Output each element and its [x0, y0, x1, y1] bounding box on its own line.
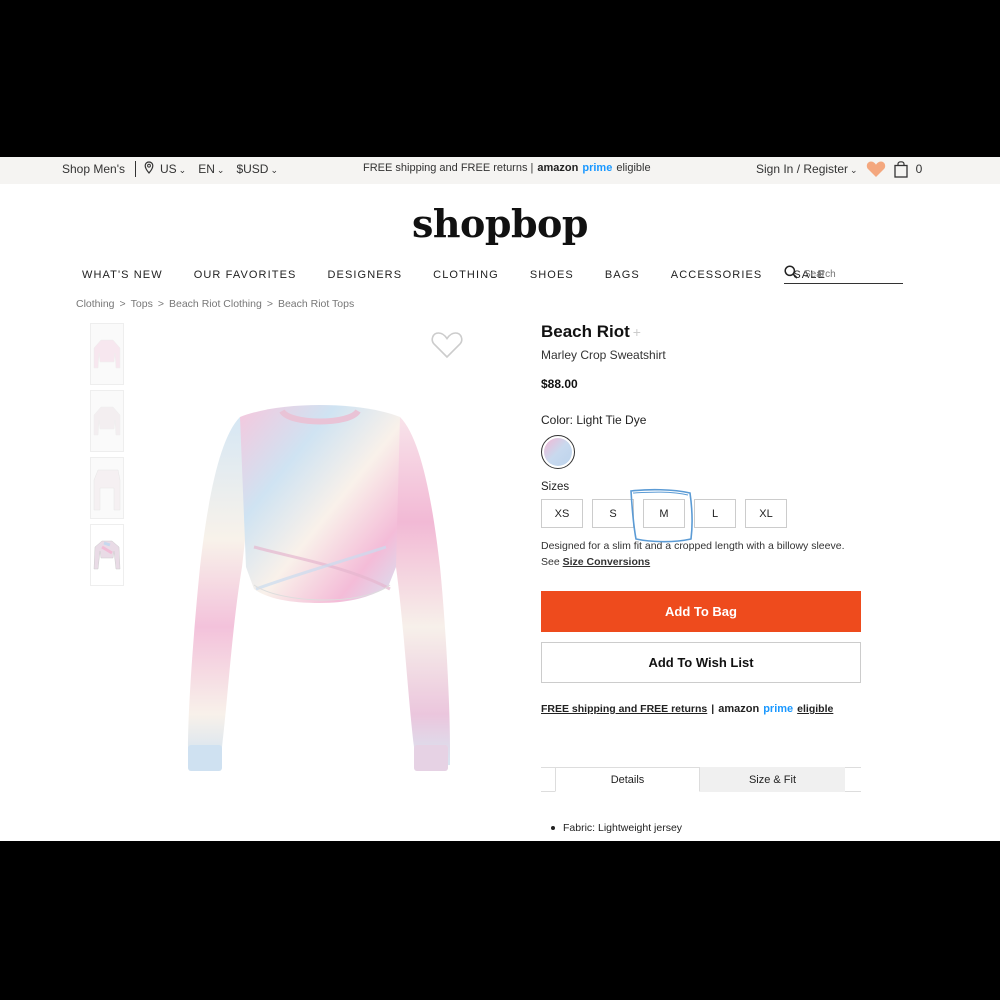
detail-tabs: Details Size & Fit [541, 767, 861, 792]
utility-left: Shop Men's US ⌄ EN ⌄ $USD ⌄ [62, 161, 278, 177]
nav-our-favorites[interactable]: OUR FAVORITES [194, 269, 297, 281]
search-input[interactable] [804, 268, 894, 280]
chevron-down-icon: ⌄ [850, 165, 858, 175]
add-to-bag-button[interactable]: Add To Bag [541, 591, 861, 632]
tab-size-fit[interactable]: Size & Fit [700, 767, 845, 792]
nav-bags[interactable]: BAGS [605, 269, 640, 281]
color-swatch[interactable] [541, 435, 575, 469]
language-selector[interactable]: EN ⌄ [198, 162, 224, 176]
detail-fabric: Fabric: Lightweight jersey [563, 822, 683, 834]
location-pin-icon [144, 161, 154, 177]
main-nav: WHAT'S NEW OUR FAVORITES DESIGNERS CLOTH… [82, 269, 857, 281]
thumbnail-1[interactable] [90, 323, 124, 385]
nav-accessories[interactable]: ACCESSORIES [671, 269, 763, 281]
thumbnail-4[interactable] [90, 524, 124, 586]
page-frame: Shop Men's US ⌄ EN ⌄ $USD ⌄ FREE shipping a… [0, 157, 1000, 841]
prime-logo: prime [763, 703, 794, 715]
utility-bar: Shop Men's US ⌄ EN ⌄ $USD ⌄ FREE shipping a… [0, 157, 1000, 184]
shopping-bag-icon[interactable] [893, 160, 908, 178]
shop-mens-link[interactable]: Shop Men's [62, 162, 125, 176]
wishlist-heart-icon[interactable] [430, 330, 464, 365]
breadcrumb-tops[interactable]: Tops [131, 298, 153, 310]
product-name: Marley Crop Sweatshirt [541, 348, 666, 362]
nav-designers[interactable]: DESIGNERS [327, 269, 402, 281]
details-list-item: Fabric: Lightweight jersey [551, 822, 682, 834]
search-icon[interactable] [784, 264, 798, 284]
site-logo[interactable]: shopbop [0, 201, 1000, 246]
tab-details[interactable]: Details [555, 767, 700, 792]
breadcrumb-clothing[interactable]: Clothing [76, 298, 115, 310]
size-options: XS S M L XL [541, 499, 861, 528]
follow-brand-icon[interactable]: + [633, 324, 641, 340]
fit-note: Designed for a slim fit and a cropped le… [541, 540, 845, 552]
breadcrumb-separator: > [119, 298, 126, 310]
sizes-label: Sizes [541, 481, 570, 493]
divider [135, 161, 136, 177]
amazon-logo: amazon [537, 162, 579, 174]
currency-selector[interactable]: $USD ⌄ [236, 162, 278, 176]
prime-logo: prime [582, 162, 613, 174]
shipping-text: FREE shipping and FREE returns [541, 703, 708, 715]
amazon-logo: amazon [718, 703, 760, 715]
add-to-wish-list-button[interactable]: Add To Wish List [541, 642, 861, 683]
tabs-row: Details Size & Fit [555, 767, 845, 792]
brand-label: Beach Riot [541, 322, 630, 341]
breadcrumb-brand-clothing[interactable]: Beach Riot Clothing [169, 298, 262, 310]
thumbnail-3[interactable] [90, 457, 124, 519]
swatch-fill [544, 438, 572, 466]
bag-count: 0 [915, 162, 923, 176]
brand-name[interactable]: Beach Riot + [541, 322, 861, 342]
size-m-button[interactable]: M [643, 499, 685, 528]
promo-text: FREE shipping and FREE returns | [363, 162, 534, 174]
nav-whats-new[interactable]: WHAT'S NEW [82, 269, 163, 281]
breadcrumb-separator: > [157, 298, 164, 310]
thumbnail-2[interactable] [90, 390, 124, 452]
shipping-separator: | [711, 703, 715, 715]
product-details: Beach Riot + Marley Crop Sweatshirt $88.… [541, 322, 861, 715]
size-conversion-line: See Size Conversions [541, 556, 861, 568]
product-price: $88.00 [541, 377, 578, 391]
size-xl-button[interactable]: XL [745, 499, 787, 528]
eligible-text: eligible [797, 703, 834, 715]
chevron-down-icon: ⌄ [178, 165, 187, 175]
heart-icon[interactable] [866, 160, 886, 178]
shipping-promo[interactable]: FREE shipping and FREE returns | amazon … [541, 703, 861, 715]
size-l-button[interactable]: L [694, 499, 736, 528]
nav-shoes[interactable]: SHOES [530, 269, 574, 281]
chevron-down-icon: ⌄ [216, 165, 225, 175]
color-label: Color: Light Tie Dye [541, 413, 647, 427]
eligible-text: eligible [616, 162, 651, 174]
utility-right: Sign In / Register ⌄ 0 [756, 160, 922, 178]
size-xs-button[interactable]: XS [541, 499, 583, 528]
product-image[interactable] [150, 327, 490, 827]
promo-banner[interactable]: FREE shipping and FREE returns | amazon … [363, 162, 651, 174]
sign-in-link[interactable]: Sign In / Register ⌄ [756, 162, 858, 176]
nav-clothing[interactable]: CLOTHING [433, 269, 499, 281]
see-text: See [541, 556, 560, 568]
breadcrumb-brand-tops[interactable]: Beach Riot Tops [278, 298, 354, 310]
breadcrumb: Clothing > Tops > Beach Riot Clothing > … [76, 298, 354, 310]
thumbnail-list [90, 323, 124, 591]
country-selector[interactable]: US ⌄ [160, 162, 186, 176]
size-conversions-link[interactable]: Size Conversions [563, 556, 651, 568]
search-bar [784, 264, 903, 284]
size-s-button[interactable]: S [592, 499, 634, 528]
chevron-down-icon: ⌄ [270, 165, 278, 175]
breadcrumb-separator: > [266, 298, 273, 310]
bullet-dot [551, 826, 555, 830]
